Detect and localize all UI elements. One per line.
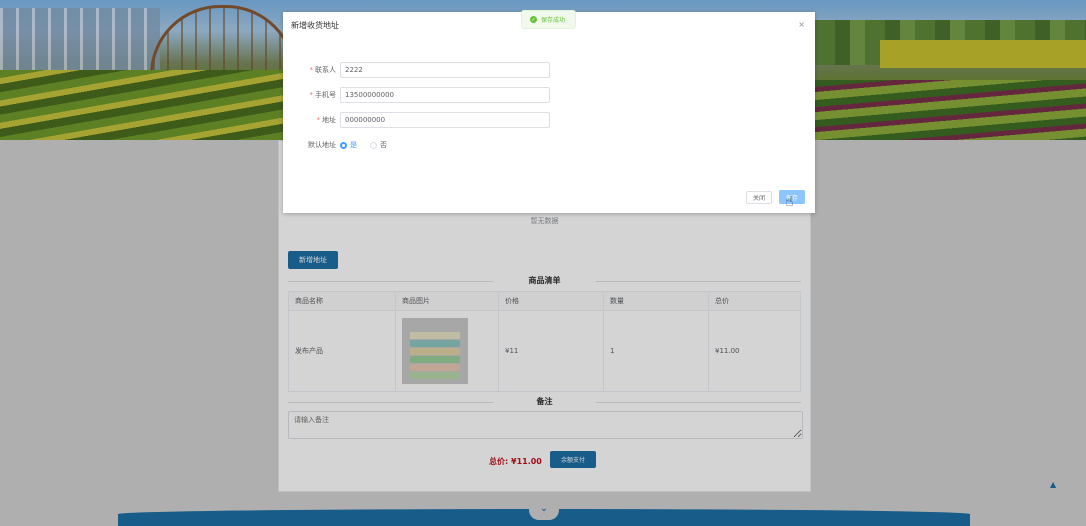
add-address-dialog: 新增收货地址 × *联系人 *手机号 *地址 默认地址 是 否 关闭 保存 <box>283 12 815 213</box>
success-toast: ✓ 保存成功 <box>521 10 576 29</box>
close-icon[interactable]: × <box>798 20 805 29</box>
phone-label: * 手机号 <box>309 91 337 99</box>
contact-input[interactable] <box>340 62 550 78</box>
toast-text: 保存成功 <box>541 17 566 24</box>
check-icon: ✓ <box>530 16 537 23</box>
dialog-close-button[interactable]: 关闭 <box>746 191 772 204</box>
radio-checked-icon <box>340 141 347 149</box>
dialog-title: 新增收货地址 <box>291 21 339 30</box>
contact-row: * 联系人 <box>283 62 583 78</box>
hand-cursor-icon: ☝ <box>785 194 794 210</box>
phone-input[interactable] <box>340 87 550 103</box>
address-input[interactable] <box>340 112 550 128</box>
default-row: 默认地址 是 否 <box>283 137 583 153</box>
radio-unchecked-icon <box>370 141 377 149</box>
default-no-radio[interactable]: 否 <box>370 140 387 150</box>
phone-row: * 手机号 <box>283 87 583 103</box>
address-row: * 地址 <box>283 112 583 128</box>
default-yes-radio[interactable]: 是 <box>340 140 357 150</box>
address-label: * 地址 <box>316 116 337 124</box>
contact-label: * 联系人 <box>309 66 337 74</box>
default-label: 默认地址 <box>308 141 336 149</box>
